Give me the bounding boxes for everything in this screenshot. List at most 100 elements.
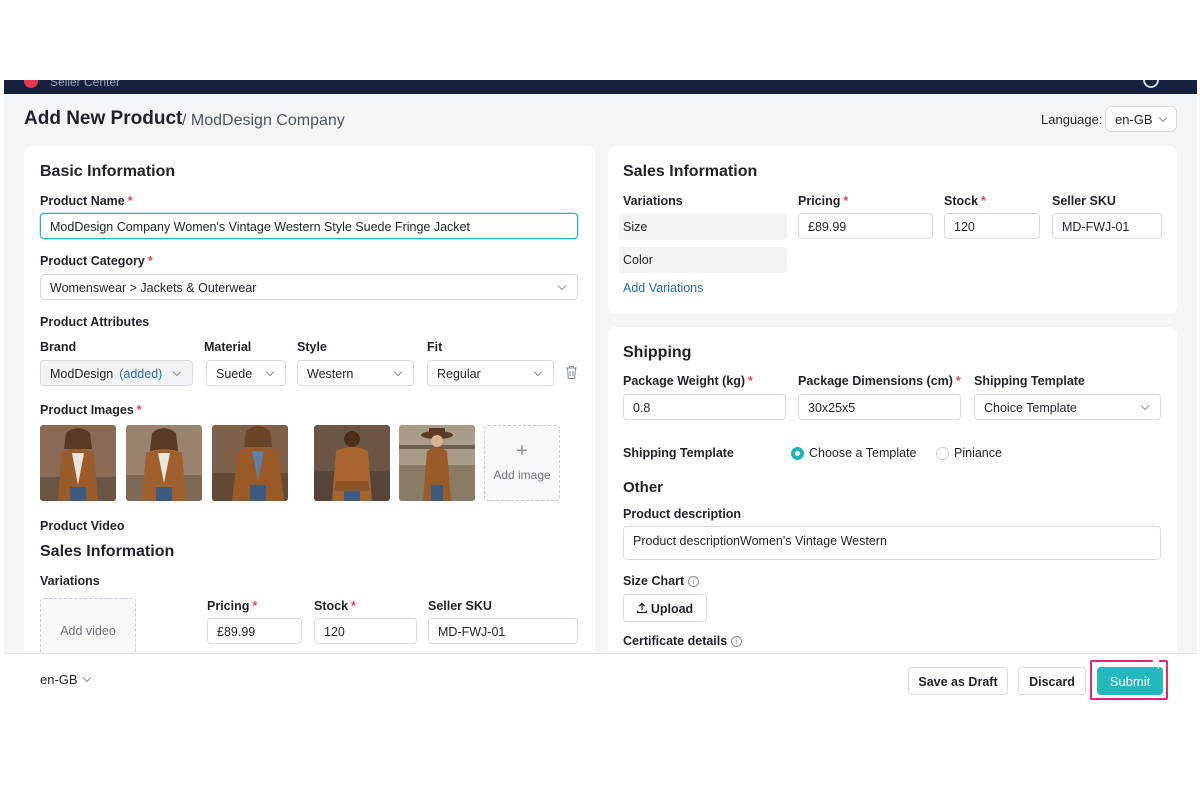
choose-template-radio[interactable] [791,447,804,460]
material-select[interactable]: Suede [206,360,286,386]
product-image-3[interactable] [212,425,288,501]
piniance-radio[interactable] [936,447,949,460]
sales-information-title: Sales Information [623,163,758,180]
shipping-card: Shipping Package Weight (kg) * Package Di… [608,327,1177,700]
product-image-4[interactable] [314,425,390,501]
pricing-label: Pricing * [798,194,849,208]
chevron-down-icon [557,281,567,291]
size-pricing-input[interactable]: £89.99 [798,213,933,239]
top-navigation-bar: Seller Center [4,80,1197,94]
style-label: Style [297,340,327,354]
chevron-down-icon [82,673,92,683]
company-name: ModDesign Company [190,112,345,129]
shipping-title: Shipping [623,344,692,361]
product-image-2[interactable] [126,425,202,501]
product-image-1[interactable] [40,425,116,501]
brand-select[interactable]: ModDesign (added) [40,360,193,386]
product-images-label: Product Images * [40,403,142,417]
fit-value: Regular [437,367,481,381]
shipping-template-row-label: Shipping Template [623,446,734,460]
product-video-label: Product Video [40,519,125,533]
basic-information-card: Basic Information Product Name * ModDesig… [24,146,595,700]
seller-center-app: Seller Center Add New Product / ModDesig… [4,80,1197,700]
mouse-cursor-icon [1152,660,1159,669]
save-as-draft-button[interactable]: Save as Draft [908,667,1008,695]
chevron-down-icon [1158,113,1168,123]
variations-label: Variations [623,194,683,208]
fit-label: Fit [427,340,443,354]
size-sku-input[interactable]: MD-FWJ-01 [1052,213,1162,239]
footer-action-bar: en-GB Save as Draft Discard Submit [4,653,1197,700]
product-category-select[interactable]: Womenswear > Jackets & Outerwear [40,274,578,300]
product-attributes-label: Product Attributes [40,315,150,329]
product-description-label: Product description [623,507,742,521]
chevron-down-icon [172,367,182,377]
product-description-textarea[interactable]: Product descriptionWomen's Vintage Weste… [623,526,1161,560]
shipping-template-select[interactable]: Choice Template [974,394,1161,420]
product-category-value: Womenswear > Jackets & Outerwear [50,281,257,295]
chevron-down-icon [393,367,403,377]
logo-icon [24,80,38,88]
product-category-label: Product Category * [40,254,153,268]
upload-button[interactable]: Upload [623,594,707,622]
breadcrumb-company: / ModDesign Company [182,112,345,130]
language-select[interactable]: en-GB [1105,106,1177,132]
style-select[interactable]: Western [297,360,414,386]
seller-sku-input-left[interactable]: MD-FWJ-01 [428,618,578,644]
brand-label: Brand [40,340,77,354]
info-icon: i [731,636,743,647]
add-image-label: Add image [493,468,551,482]
stock-label-left: Stock * [314,599,356,613]
chevron-down-icon [265,367,275,377]
product-name-input[interactable]: ModDesign Company Women's Vintage Wester… [40,213,578,239]
variation-size[interactable]: Size [619,214,787,240]
stock-label: Stock * [944,194,986,208]
certificate-details-label: Certificate details i [623,634,743,648]
user-avatar[interactable] [1143,80,1159,88]
upload-icon [636,602,648,614]
package-weight-label: Package Weight (kg) * [623,374,753,388]
pricing-label-left: Pricing * [207,599,258,613]
add-image-button[interactable]: + Add image [484,425,560,501]
basic-information-title: Basic Information [40,163,176,180]
size-chart-label: Size Chart i [623,574,700,588]
choose-template-label[interactable]: Choose a Template [809,446,916,460]
plus-icon: + [516,440,528,462]
variations-label-left: Variations [40,574,100,588]
fit-select[interactable]: Regular [427,360,554,386]
sales-information-title-left: Sales Information [40,543,175,560]
variation-color[interactable]: Color [619,247,787,273]
material-value: Suede [216,367,253,381]
stock-input-left[interactable]: 120 [314,618,417,644]
brand-value: ModDesign [50,367,114,381]
material-label: Material [204,340,252,354]
seller-sku-label-left: Seller SKU [428,599,492,613]
page-title: Add New Product [24,108,183,129]
language-label: Language: [1041,112,1103,127]
product-image-5[interactable] [399,425,475,501]
package-dimensions-label: Package Dimensions (cm) * [798,374,961,388]
language-value: en-GB [1115,112,1153,127]
add-variations-link[interactable]: Add Variations [623,281,703,295]
discard-button[interactable]: Discard [1018,667,1086,695]
breadcrumb-separator: / [182,112,187,129]
info-icon: i [688,576,700,587]
other-title: Other [623,479,664,496]
footer-language-select[interactable]: en-GB [40,672,92,687]
submit-button[interactable]: Submit [1097,667,1163,695]
upload-label: Upload [650,602,694,616]
style-value: Western [307,367,354,381]
sales-information-card: Sales Information Variations Pricing * St… [608,146,1177,314]
package-weight-input[interactable]: 0.8 [623,394,786,420]
seller-sku-label: Seller SKU [1052,194,1116,208]
piniance-label[interactable]: Piniance [954,446,1002,460]
shipping-template-label: Shipping Template [974,374,1085,388]
trash-icon[interactable] [565,365,578,380]
chevron-down-icon [533,367,543,377]
package-dimensions-input[interactable]: 30x25x5 [798,394,961,420]
footer-language-value: en-GB [40,672,78,687]
size-stock-input[interactable]: 120 [944,213,1040,239]
brand-name: Seller Center [50,80,121,89]
pricing-input-left[interactable]: £89.99 [207,618,302,644]
product-name-label: Product Name * [40,194,133,208]
